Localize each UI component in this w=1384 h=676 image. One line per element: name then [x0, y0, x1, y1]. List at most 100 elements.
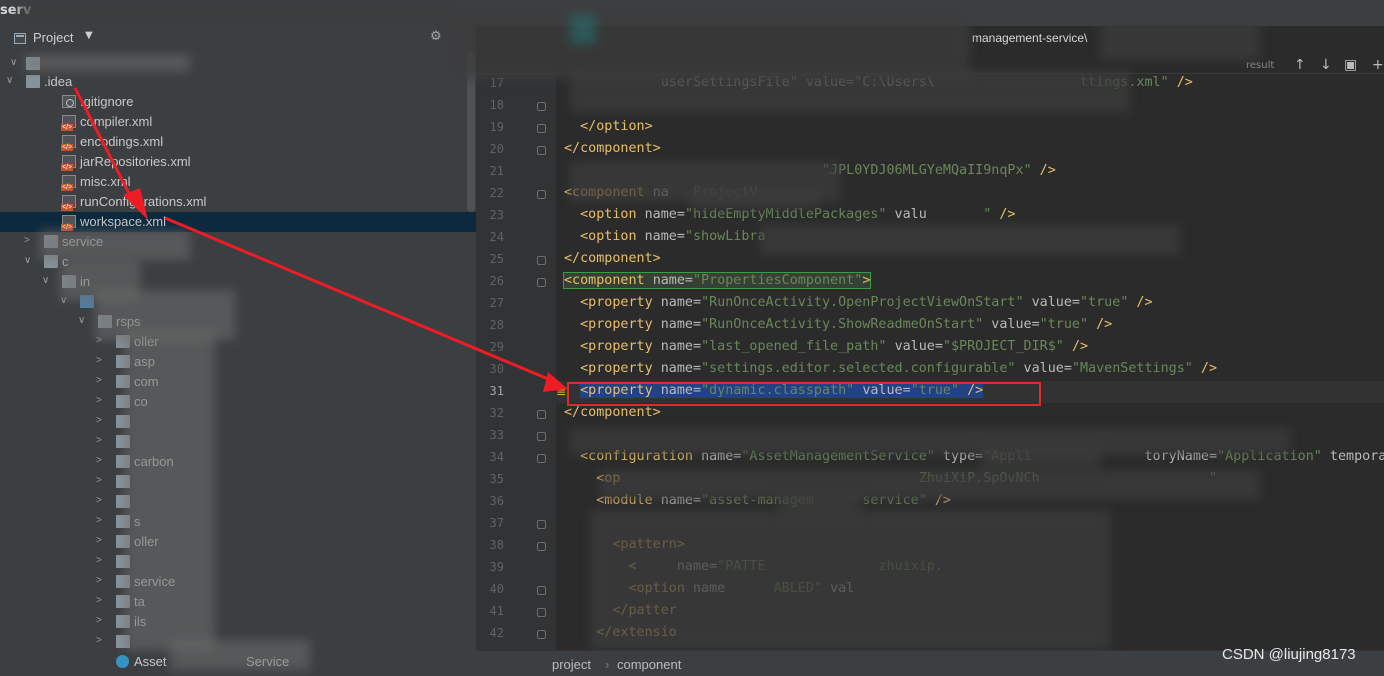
chevron-down-icon[interactable]: ∨	[42, 275, 49, 286]
chevron-right-icon[interactable]: >	[96, 435, 102, 446]
tree-row[interactable]: >	[0, 472, 476, 492]
code-line[interactable]: <property name="RunOnceActivity.OpenProj…	[564, 295, 1152, 317]
tree-row[interactable]: encodings.xml	[0, 132, 476, 152]
window-mode-icon[interactable]: ▣	[1344, 57, 1357, 73]
chevron-down-icon[interactable]: ∨	[78, 315, 85, 326]
tree-row[interactable]: >oller	[0, 332, 476, 352]
chevron-right-icon[interactable]: >	[96, 475, 102, 486]
tree-row[interactable]: >service	[0, 572, 476, 592]
fold-marker-icon[interactable]	[537, 278, 546, 287]
tree-row[interactable]: >	[0, 432, 476, 452]
tree-row[interactable]: >com	[0, 372, 476, 392]
tree-row[interactable]: compiler.xml	[0, 112, 476, 132]
fold-marker-icon[interactable]	[537, 542, 546, 551]
line-number: 36	[489, 494, 504, 508]
tree-row[interactable]: jarRepositories.xml	[0, 152, 476, 172]
breadcrumb-item-project[interactable]: project	[552, 657, 591, 672]
fold-marker-icon[interactable]	[537, 256, 546, 265]
tree-row[interactable]: >	[0, 412, 476, 432]
line-number: 26	[489, 274, 504, 288]
tree-row[interactable]: >oller	[0, 532, 476, 552]
code-line[interactable]: <component name="PropertiesComponent">	[562, 272, 872, 295]
chevron-right-icon[interactable]: >	[96, 495, 102, 506]
code-line[interactable]: </component>	[564, 251, 661, 273]
fold-marker-icon[interactable]	[537, 124, 546, 133]
settings-icon[interactable]: ⚙	[430, 29, 442, 44]
fold-marker-icon[interactable]	[537, 410, 546, 419]
fold-marker-icon[interactable]	[537, 586, 546, 595]
line-number: 25	[489, 252, 504, 266]
code-line[interactable]: <option name="showLibra	[564, 229, 765, 251]
tree-row[interactable]: runConfigurations.xml	[0, 192, 476, 212]
tree-row[interactable]: >s	[0, 512, 476, 532]
fold-marker-icon[interactable]	[537, 608, 546, 617]
tree-row[interactable]: >	[0, 492, 476, 512]
tree-item-label: workspace.xml	[80, 214, 166, 229]
tree-row[interactable]: misc.xml	[0, 172, 476, 192]
code-line[interactable]: <property name="RunOnceActivity.ShowRead…	[564, 317, 1112, 339]
code-line[interactable]: <property name="settings.editor.selected…	[564, 361, 1217, 383]
line-number: 22	[489, 186, 504, 200]
line-number: 31	[489, 384, 504, 398]
tree-row[interactable]: workspace.xml	[0, 212, 476, 232]
dropdown-arrow-icon[interactable]: ▼	[85, 30, 93, 41]
xml-icon	[61, 195, 76, 211]
code-line[interactable]: </option>	[564, 119, 653, 141]
line-number: 42	[489, 626, 504, 640]
chevron-right-icon[interactable]: >	[96, 635, 102, 646]
chevron-down-icon[interactable]: ∨	[6, 75, 13, 86]
code-line[interactable]: </component>	[564, 141, 661, 163]
line-number: 38	[489, 538, 504, 552]
chevron-down-icon[interactable]: ∨	[24, 255, 31, 266]
tree-row[interactable]: >	[0, 552, 476, 572]
tree-row[interactable]: >co	[0, 392, 476, 412]
next-occurrence-icon[interactable]: ↓	[1320, 57, 1332, 73]
chevron-right-icon[interactable]: >	[96, 375, 102, 386]
tree-row[interactable]: >ta	[0, 592, 476, 612]
add-icon[interactable]: +	[1372, 57, 1384, 73]
tree-row[interactable]: >carbon	[0, 452, 476, 472]
tree-row[interactable]: ∨rsps	[0, 312, 476, 332]
chevron-right-icon[interactable]: >	[96, 575, 102, 586]
class-icon	[116, 655, 129, 668]
chevron-down-icon[interactable]: ∨	[10, 57, 17, 68]
tree-item-label: Asset	[134, 654, 167, 669]
line-number: 39	[489, 560, 504, 574]
fold-marker-icon[interactable]	[537, 102, 546, 111]
chevron-right-icon[interactable]: >	[96, 555, 102, 566]
chevron-right-icon[interactable]: >	[24, 235, 30, 246]
chevron-right-icon[interactable]: >	[96, 595, 102, 606]
chevron-right-icon[interactable]: >	[96, 395, 102, 406]
code-line[interactable]: </component>	[564, 405, 661, 427]
breadcrumb-item-component[interactable]: component	[617, 657, 681, 672]
fold-marker-icon[interactable]	[537, 146, 546, 155]
previous-occurrence-icon[interactable]: ↑	[1294, 57, 1306, 73]
project-view-selector[interactable]: Project	[33, 30, 73, 45]
folder-icon	[26, 75, 40, 88]
tree-row[interactable]: .gitignore	[0, 92, 476, 112]
fold-marker-icon[interactable]	[537, 190, 546, 199]
tree-row[interactable]: >ils	[0, 612, 476, 632]
xml-icon	[61, 135, 76, 151]
line-number: 40	[489, 582, 504, 596]
tree-item-label: misc.xml	[80, 174, 131, 189]
fold-marker-icon[interactable]	[537, 630, 546, 639]
fold-marker-icon[interactable]	[537, 432, 546, 441]
tree-row[interactable]: ∨ .idea	[0, 72, 476, 92]
chevron-right-icon[interactable]: >	[96, 615, 102, 626]
code-line[interactable]: <property name="last_opened_file_path" v…	[564, 339, 1088, 361]
chevron-right-icon[interactable]: >	[96, 535, 102, 546]
tree-row[interactable]: >asp	[0, 352, 476, 372]
intention-bulb-icon[interactable]: ≡	[556, 385, 566, 399]
chevron-right-icon[interactable]: >	[96, 455, 102, 466]
line-number: 24	[489, 230, 504, 244]
tree-item-label: compiler.xml	[80, 114, 153, 129]
line-number: 34	[489, 450, 504, 464]
project-tool-window: Project ▼ ⚙ ∨ ∨ .idea .gitignore compiler.xm…	[0, 26, 476, 676]
chevron-right-icon[interactable]: >	[96, 355, 102, 366]
chevron-right-icon[interactable]: >	[96, 515, 102, 526]
fold-marker-icon[interactable]	[537, 520, 546, 529]
line-number: 41	[489, 604, 504, 618]
chevron-right-icon[interactable]: >	[96, 415, 102, 426]
fold-marker-icon[interactable]	[537, 454, 546, 463]
